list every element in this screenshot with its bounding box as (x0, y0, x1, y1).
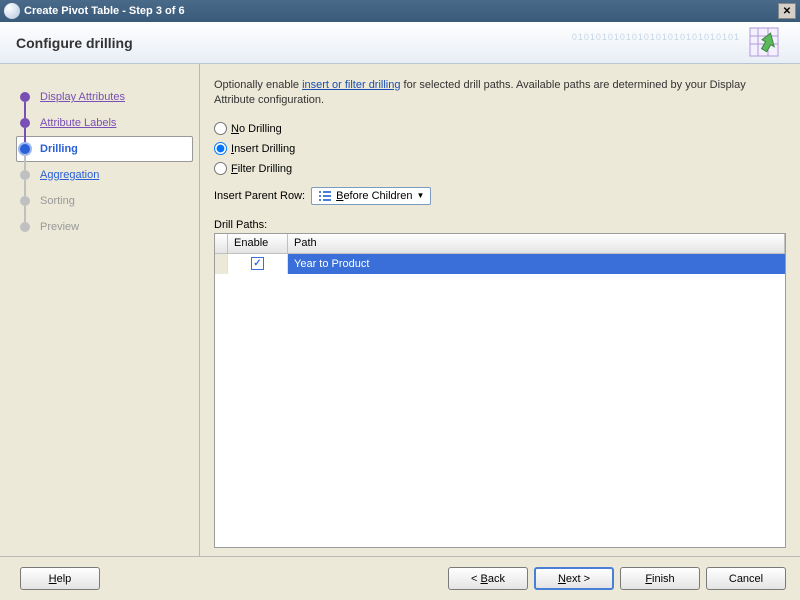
drill-paths-table: Enable Path ✓ Year to Product (214, 233, 786, 548)
close-button[interactable]: ✕ (778, 3, 796, 19)
chevron-down-icon: ▼ (417, 191, 425, 200)
parent-row-label: Insert Parent Row: (214, 190, 305, 202)
step-aggregation[interactable]: Aggregation (20, 162, 189, 188)
radio-no-drilling-label[interactable]: No Drilling (231, 123, 282, 135)
wizard-header: Configure drilling 010101010101010101010… (0, 22, 800, 64)
page-title: Configure drilling (16, 35, 133, 51)
table-row[interactable]: ✓ Year to Product (215, 254, 785, 274)
step-drilling[interactable]: Drilling (16, 136, 193, 162)
wizard-steps-sidebar: Display Attributes Attribute Labels Dril… (0, 64, 200, 556)
cancel-button[interactable]: Cancel (706, 567, 786, 590)
intro-text: Optionally enable insert or filter drill… (214, 78, 786, 109)
step-sorting: Sorting (20, 188, 189, 214)
col-enable[interactable]: Enable (228, 234, 288, 253)
finish-button[interactable]: Finish (620, 567, 700, 590)
radio-filter-drilling[interactable] (214, 162, 227, 175)
radio-no-drilling[interactable] (214, 122, 227, 135)
radio-insert-drilling[interactable] (214, 142, 227, 155)
help-button[interactable]: Help (20, 567, 100, 590)
drilling-help-link[interactable]: insert or filter drilling (302, 79, 400, 91)
title-bar: Create Pivot Table - Step 3 of 6 ✕ (0, 0, 800, 22)
window-title: Create Pivot Table - Step 3 of 6 (24, 5, 778, 17)
list-icon (318, 190, 332, 202)
col-path[interactable]: Path (288, 234, 785, 253)
path-cell: Year to Product (288, 258, 785, 270)
parent-row-dropdown[interactable]: Before Children ▼ (311, 187, 431, 205)
back-button[interactable]: < Back (448, 567, 528, 590)
pivot-table-icon (748, 26, 780, 58)
main-panel: Optionally enable insert or filter drill… (200, 64, 800, 556)
enable-checkbox[interactable]: ✓ (251, 257, 264, 270)
header-decor: 0101010101010101010101010101 (572, 32, 740, 42)
step-display-attributes[interactable]: Display Attributes (20, 84, 189, 110)
wizard-footer: Help < Back Next > Finish Cancel (0, 556, 800, 600)
step-preview: Preview (20, 214, 189, 240)
radio-filter-drilling-label[interactable]: Filter Drilling (231, 163, 292, 175)
drill-paths-label: Drill Paths: (214, 219, 786, 231)
radio-insert-drilling-label[interactable]: Insert Drilling (231, 143, 295, 155)
app-icon (4, 3, 20, 19)
drilling-mode-radios: No Drilling Insert Drilling Filter Drill… (214, 119, 786, 179)
step-attribute-labels[interactable]: Attribute Labels (20, 110, 189, 136)
next-button[interactable]: Next > (534, 567, 614, 590)
